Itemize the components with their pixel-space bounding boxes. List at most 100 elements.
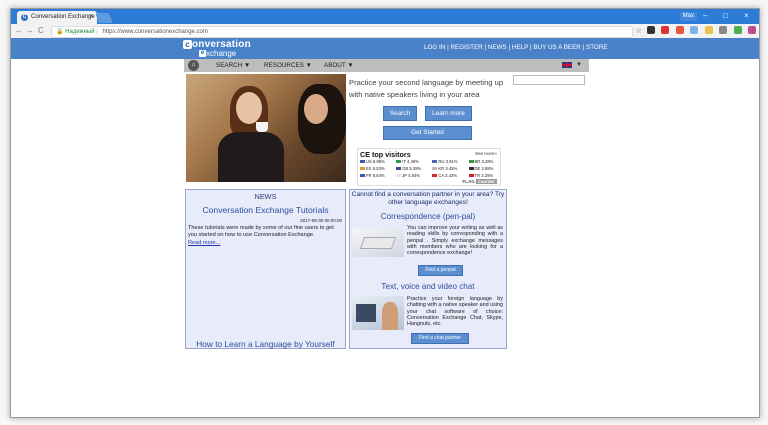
photo-shape [256,122,268,132]
title-bar: C Conversation Exchange × Max – □ × [11,9,759,24]
country-code: GB [402,166,409,171]
forward-icon[interactable]: → [26,25,34,37]
country-code: CA [438,173,444,178]
keyboard-photo [352,229,404,257]
url-separator: | [96,29,98,35]
country-code: DE [474,166,481,171]
chat-photo [352,296,404,330]
favicon-icon: C [21,14,28,21]
new-tab-button[interactable] [95,13,113,23]
help-link[interactable]: HELP [512,44,528,51]
chat-text: Practice your foreign language by chatti… [407,296,503,328]
site-search-input[interactable] [513,75,585,85]
top-visitors-widget[interactable]: CE top visitors See more» US 8.95% IT 4.… [357,148,501,186]
chevron-down-icon: ▼ [347,62,354,69]
search-button[interactable]: Search [383,106,417,121]
visitor-cell: IT 4.46% [396,159,431,164]
uk-flag-icon[interactable] [562,62,572,68]
login-link[interactable]: LOG IN [424,44,445,51]
find-chat-partner-button[interactable]: Find a chat partner [411,333,469,344]
home-icon[interactable]: ⌂ [188,60,199,71]
buy-beer-link[interactable]: BUY US A BEER [533,44,580,51]
extension-blue-icon[interactable] [690,26,699,34]
chat-title[interactable]: Text, voice and video chat [350,282,506,291]
browser-tab[interactable]: C Conversation Exchange × [17,11,97,24]
address-bar: ← → C 🔒 Надежный | https://www.conversat… [11,24,759,52]
tab-close-icon[interactable]: × [89,11,93,24]
url-text: https://www.conversationexchange.com [102,29,208,35]
visitor-cell: GB 5.39% [396,166,431,171]
profile-button[interactable]: Max [679,12,697,21]
news-link[interactable]: NEWS [488,44,507,51]
country-code: US [366,159,372,164]
news-footer-title[interactable]: How to Learn a Language by Yourself [186,339,345,350]
flag-counter-badge[interactable]: FLAG counter [462,179,497,184]
country-flag-icon [360,174,365,178]
country-flag-icon [360,160,365,164]
see-more-link[interactable]: See more» [475,151,497,156]
minimize-icon[interactable]: – [703,10,707,22]
country-flag-icon [396,174,402,178]
top-links: LOG IN | REGISTER | NEWS | HELP | BUY US… [424,44,608,51]
extension-red-icon[interactable] [661,26,670,34]
url-input[interactable]: 🔒 Надежный | https://www.conversationexc… [51,26,633,38]
back-icon[interactable]: ← [15,25,23,37]
register-link[interactable]: REGISTER [451,44,483,51]
menu-search[interactable]: SEARCH ▼ [216,59,250,72]
visitor-cell: ES 6.53% [360,166,395,171]
find-penpal-button[interactable]: Find a penpal [418,265,463,276]
country-code: JP [402,173,407,178]
menu-search-label: SEARCH [216,62,243,69]
visitor-cell: JP 4.84% [396,173,431,178]
visitor-cell: FR 6.64% [360,173,395,178]
close-window-icon[interactable]: × [744,10,749,22]
flag-counter-suffix: counter [476,179,497,184]
news-panel: NEWS Conversation Exchange Tutorials 201… [185,189,346,349]
correspondence-title[interactable]: Correspondence (pen-pal) [350,212,506,221]
learn-more-button[interactable]: Learn more [425,106,472,121]
reload-icon[interactable]: C [38,25,44,37]
extensions-bar [647,26,759,52]
logo-e-mark: e [199,50,206,57]
country-percent: 6.64% [372,173,385,178]
other-exchanges-cta: Cannot find a conversation partner in yo… [351,191,505,206]
chevron-down-icon: ▼ [244,62,251,69]
logo-c-mark: c [183,40,192,49]
photo-shape [304,94,328,124]
visitor-row: FR 6.64% JP 4.84% CA 3.43% TR 2.25% [360,173,504,178]
country-flag-icon [468,174,474,178]
extension-gray-icon[interactable] [719,26,728,34]
country-code: IT [402,159,406,164]
news-title[interactable]: Conversation Exchange Tutorials [186,205,345,215]
visitor-cell: TR 2.25% [468,173,504,178]
country-percent: 3.45% [445,166,458,171]
store-link[interactable]: STORE [586,44,608,51]
maximize-icon[interactable]: □ [723,10,728,22]
visitor-cell: DE 2.88% [468,166,504,171]
photo-shape [236,92,262,124]
logo-word-exchange: xchange [206,49,237,58]
language-chevron-icon[interactable]: ▼ [576,59,582,72]
country-percent: 2.25% [481,173,494,178]
site-logo[interactable]: c onversation e xchange [183,40,251,58]
menu-resources[interactable]: RESOURCES ▼ [264,59,312,72]
visitor-cell: KR 3.45% [432,166,467,171]
read-more-link[interactable]: Read more... [188,240,220,246]
news-date: 2017-08-30 00:00:00 [300,218,342,223]
extension-yellow-icon[interactable] [704,26,713,34]
extension-shield-icon[interactable] [647,26,655,34]
visitor-cell: US 8.95% [360,159,395,164]
extension-badge-icon[interactable] [675,26,684,34]
browser-window: C Conversation Exchange × Max – □ × ← → … [10,8,760,418]
menu-resources-label: RESOURCES [264,62,304,69]
secure-label: Надежный [65,29,95,35]
get-started-button[interactable]: Get Started [383,126,472,140]
visitor-cell: BR 3.28% [468,159,504,164]
menu-about[interactable]: ABOUT ▼ [324,59,354,72]
country-flag-icon [396,160,402,164]
chevron-down-icon: ▼ [305,62,312,69]
extension-green-icon[interactable] [733,26,742,34]
browser-menu-icon[interactable]: ⋮ [749,25,757,37]
country-flag-icon [432,174,438,178]
bookmark-star-icon[interactable]: ☆ [635,25,642,37]
